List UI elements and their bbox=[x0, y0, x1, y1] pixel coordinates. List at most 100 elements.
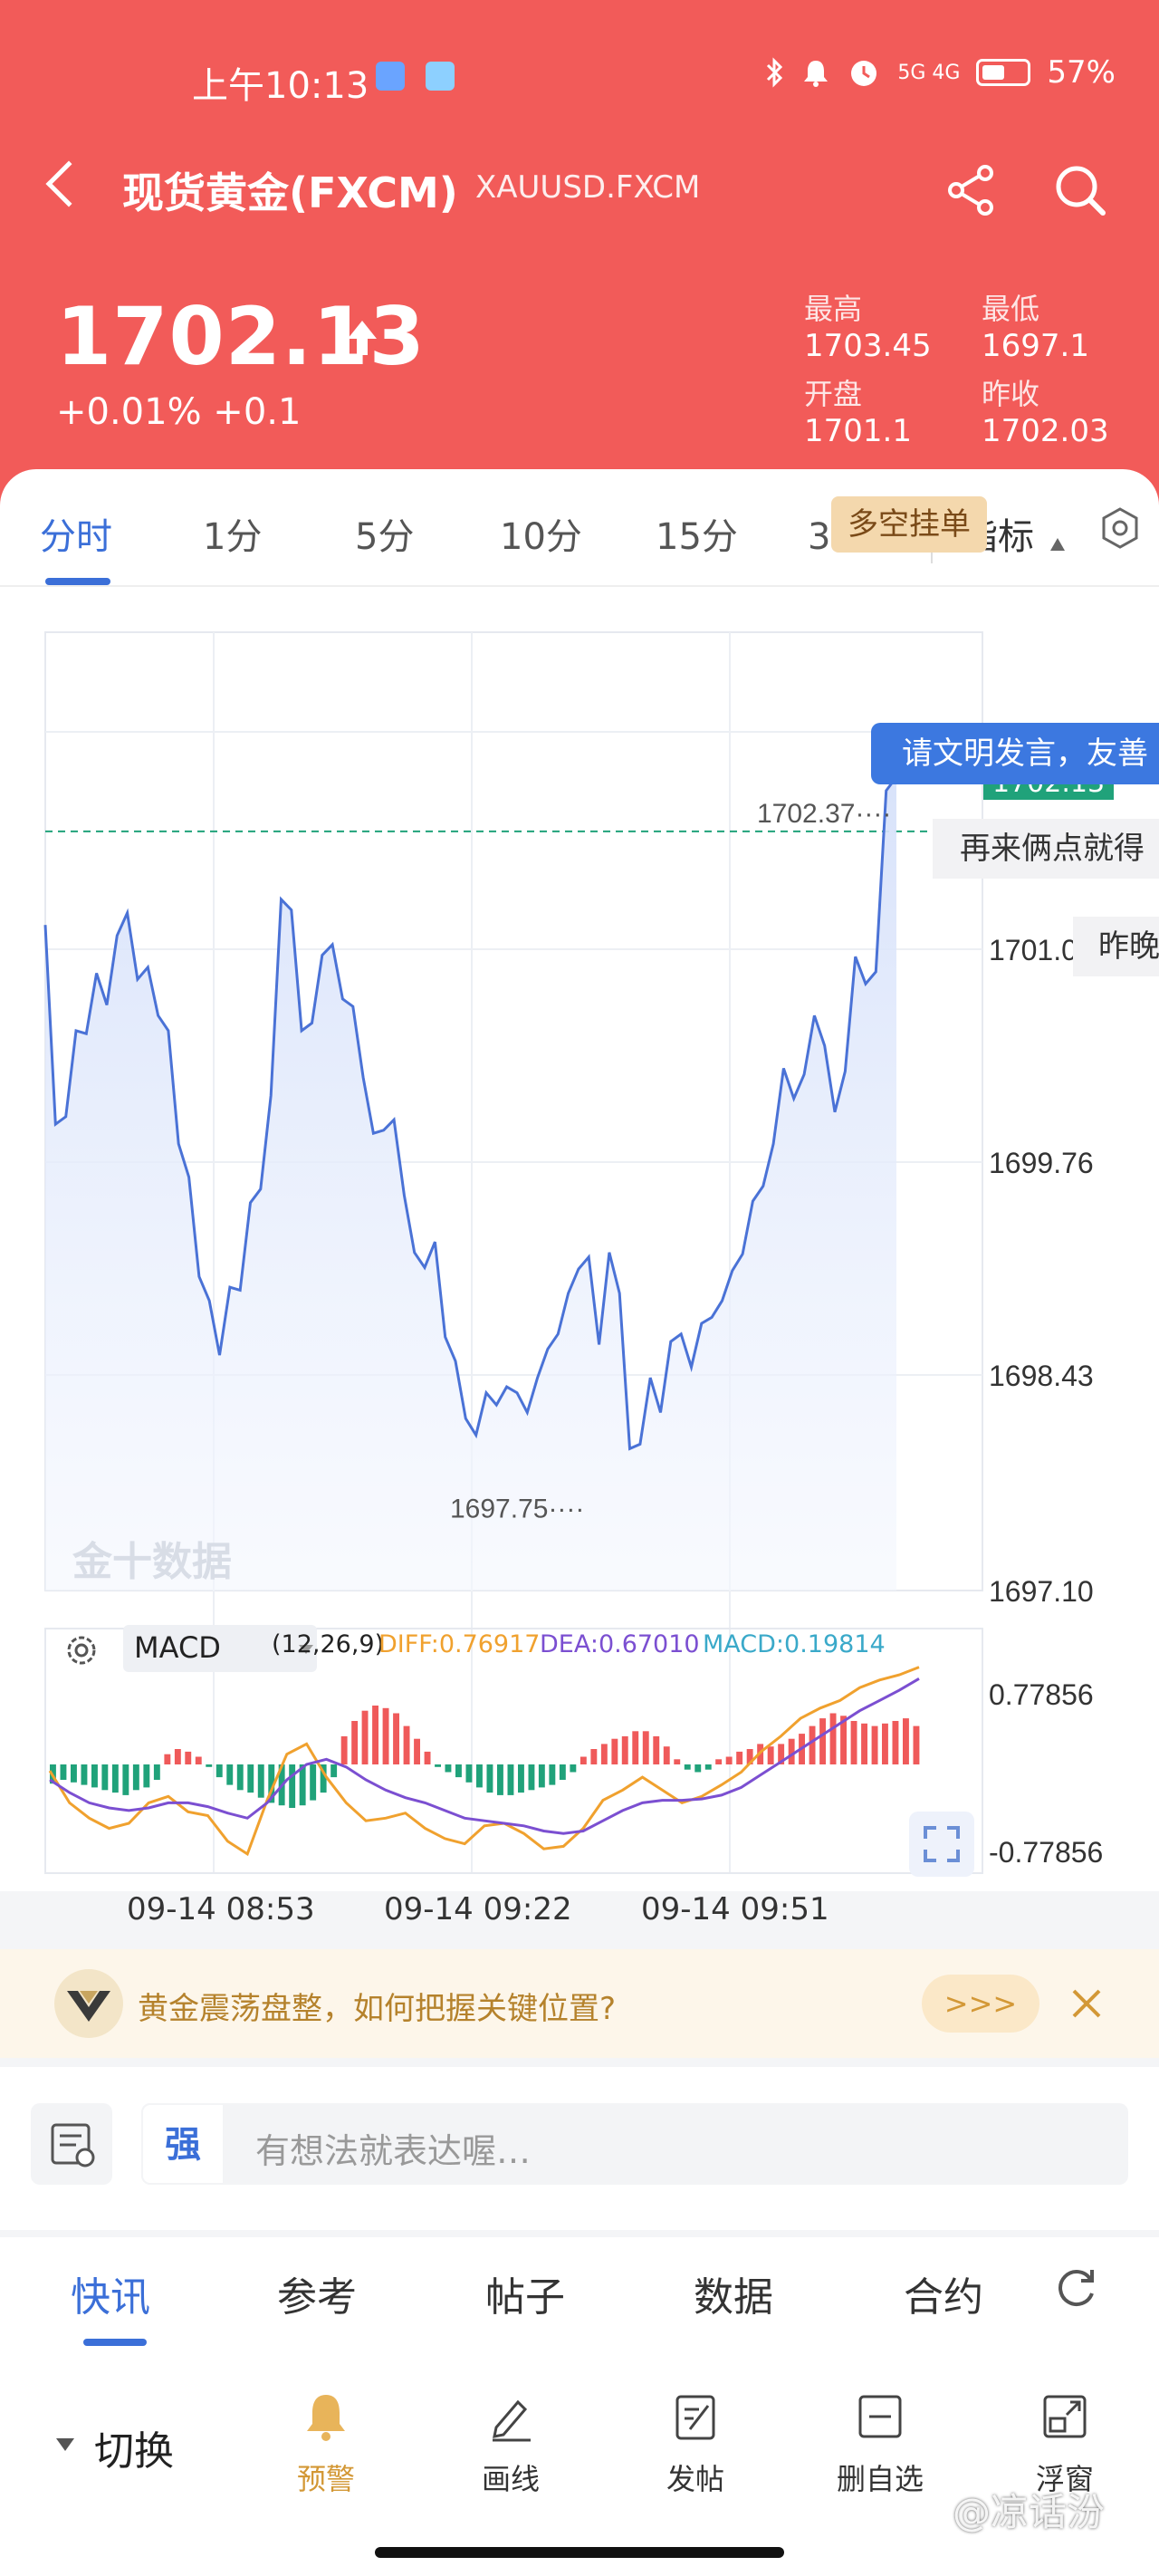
macd-bar bbox=[674, 1759, 681, 1764]
macd-bar bbox=[111, 1764, 119, 1793]
macd-bar bbox=[913, 1725, 920, 1764]
macd-bar bbox=[445, 1764, 452, 1773]
macd-bar bbox=[414, 1738, 420, 1764]
gold-logo-icon bbox=[54, 1969, 123, 2038]
macd-bar bbox=[185, 1751, 192, 1764]
macd-bar bbox=[715, 1759, 723, 1764]
float-window-icon bbox=[1043, 2395, 1087, 2438]
macd-bar bbox=[153, 1764, 160, 1780]
macd-bar bbox=[372, 1706, 378, 1764]
macd-y-tick: -0.77856 bbox=[989, 1836, 1103, 1869]
macd-bar bbox=[903, 1718, 909, 1764]
macd-bar bbox=[590, 1749, 598, 1764]
alert-button[interactable]: 预警 bbox=[263, 2389, 389, 2498]
macd-bar bbox=[247, 1764, 254, 1793]
watermark-logo: 金十数据 bbox=[72, 1539, 232, 1585]
fullscreen-icon[interactable] bbox=[909, 1812, 974, 1877]
macd-bar bbox=[361, 1710, 369, 1764]
macd-bar bbox=[570, 1764, 577, 1773]
switch-label: 切换 bbox=[94, 2428, 174, 2475]
alert-label: 预警 bbox=[296, 2462, 355, 2496]
macd-y-tick: 0.77856 bbox=[989, 1678, 1094, 1711]
macd-bar bbox=[393, 1713, 399, 1764]
danmaku-bubble: 请文明发言，友善 bbox=[871, 723, 1159, 784]
macd-bar bbox=[424, 1751, 431, 1764]
macd-bar bbox=[206, 1764, 213, 1767]
macd-bar bbox=[871, 1725, 878, 1764]
macd-dea: DEA:0.67010 bbox=[540, 1630, 700, 1658]
macd-bar bbox=[340, 1735, 348, 1764]
draw-line-label: 画线 bbox=[481, 2462, 540, 2496]
macd-bar bbox=[528, 1764, 535, 1791]
comment-placeholder: 有想法就表达喔… bbox=[255, 2131, 532, 2171]
tab-contract[interactable]: 合约 bbox=[904, 2264, 983, 2322]
y-tick-label: 1697.10 bbox=[989, 1575, 1094, 1608]
close-icon[interactable] bbox=[1068, 1985, 1105, 2022]
macd-bar bbox=[725, 1756, 733, 1764]
max-price-label: 1702.37···· bbox=[757, 799, 891, 829]
tab-posts[interactable]: 帖子 bbox=[485, 2264, 565, 2322]
macd-bar bbox=[861, 1723, 867, 1764]
edit-note-icon bbox=[675, 2395, 715, 2440]
macd-bar bbox=[101, 1764, 109, 1791]
macd-bar bbox=[518, 1764, 524, 1793]
tab-data[interactable]: 数据 bbox=[694, 2264, 773, 2322]
minus-box-icon bbox=[858, 2395, 902, 2438]
bell-icon bbox=[307, 2395, 345, 2441]
x-tick-label: 09-14 09:51 bbox=[641, 1891, 829, 1927]
macd-bar bbox=[351, 1721, 359, 1764]
note-icon[interactable] bbox=[31, 2103, 112, 2185]
macd-bar bbox=[497, 1764, 503, 1795]
comment-input[interactable]: 强 有想法就表达喔… bbox=[141, 2103, 1128, 2185]
macd-bar bbox=[403, 1725, 410, 1764]
refresh-icon[interactable] bbox=[1050, 2263, 1101, 2313]
pen-icon bbox=[493, 2399, 531, 2442]
min-price-label: 1697.75···· bbox=[450, 1495, 584, 1524]
macd-bar bbox=[704, 1764, 712, 1770]
macd-bar bbox=[435, 1764, 441, 1767]
macd-bar bbox=[132, 1764, 139, 1791]
macd-settings-icon[interactable] bbox=[62, 1630, 101, 1670]
macd-diff: DIFF:0.76917 bbox=[378, 1630, 541, 1658]
comment-bar: 强 有想法就表达喔… bbox=[0, 2067, 1159, 2230]
macd-bar bbox=[549, 1764, 556, 1785]
info-tab-underline bbox=[83, 2339, 147, 2346]
y-tick-label: 1698.43 bbox=[989, 1360, 1094, 1392]
macd-bar bbox=[455, 1764, 462, 1778]
macd-bar bbox=[684, 1764, 691, 1770]
price-chart[interactable]: 1702.37····1697.75···· 1701.091699.76169… bbox=[0, 0, 1159, 1902]
danmaku-bubble: 昨晚 bbox=[1073, 917, 1159, 976]
macd-bar bbox=[81, 1764, 88, 1785]
macd-bar bbox=[257, 1764, 264, 1798]
long-short-orders-button[interactable]: 多空挂单 bbox=[831, 496, 987, 553]
macd-bar bbox=[819, 1718, 826, 1764]
x-tick-label: 09-14 09:22 bbox=[384, 1891, 572, 1927]
macd-bar bbox=[507, 1764, 514, 1795]
indicator-select-value: MACD bbox=[134, 1630, 221, 1665]
tab-flash-news[interactable]: 快讯 bbox=[71, 2264, 150, 2322]
macd-bar bbox=[122, 1764, 129, 1795]
macd-bar bbox=[632, 1731, 639, 1764]
y-tick-label: 1699.76 bbox=[989, 1147, 1094, 1179]
macd-bar bbox=[788, 1738, 795, 1764]
macd-bar bbox=[476, 1764, 483, 1788]
macd-bar bbox=[310, 1764, 317, 1801]
macd-bar bbox=[60, 1764, 67, 1780]
macd-bar bbox=[736, 1751, 743, 1764]
draw-line-button[interactable]: 画线 bbox=[447, 2389, 574, 2498]
macd-bar bbox=[486, 1764, 493, 1793]
user-watermark: @凉话汾 bbox=[953, 2490, 1106, 2534]
remove-watchlist-button[interactable]: 删自选 bbox=[817, 2389, 943, 2498]
x-tick-label: 09-14 08:53 bbox=[127, 1891, 315, 1927]
post-button[interactable]: 发帖 bbox=[632, 2389, 759, 2498]
macd-bar bbox=[465, 1764, 473, 1783]
promo-banner[interactable]: 黄金震荡盘整，如何把握关键位置? >>> bbox=[0, 1949, 1159, 2058]
promo-more-button[interactable]: >>> bbox=[922, 1975, 1039, 2033]
caret-down-icon bbox=[56, 2438, 74, 2451]
macd-bar bbox=[882, 1723, 888, 1764]
macd-bar bbox=[809, 1725, 816, 1764]
macd-bar bbox=[600, 1744, 608, 1764]
tab-reference[interactable]: 参考 bbox=[277, 2264, 357, 2322]
app-logo-icon: 强 bbox=[141, 2103, 225, 2185]
macd-bar bbox=[216, 1764, 223, 1778]
